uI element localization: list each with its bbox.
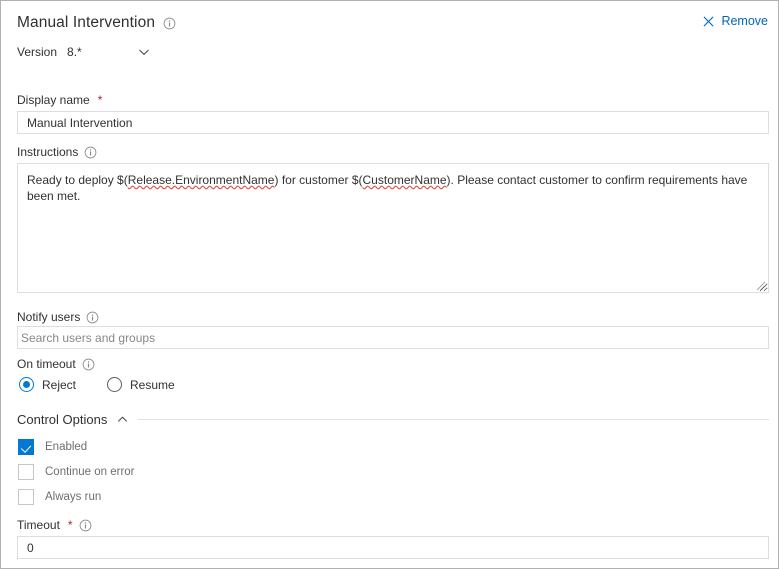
info-icon[interactable] (79, 519, 92, 532)
timeout-label-text: Timeout (17, 518, 60, 532)
checkbox-label-continue-on-error: Continue on error (45, 466, 135, 478)
instructions-textarea[interactable]: Ready to deploy $(Release.EnvironmentNam… (17, 163, 769, 293)
instructions-variable-1: Release.EnvironmentName (127, 173, 275, 187)
radio-option-reject[interactable]: Reject (19, 377, 76, 392)
instructions-label-text: Instructions (17, 145, 79, 159)
chevron-down-icon[interactable] (136, 44, 152, 60)
instructions-label: Instructions (17, 145, 97, 159)
required-asterisk: * (97, 93, 103, 107)
version-value: 8.* (67, 45, 82, 59)
checkbox-enabled[interactable]: Enabled (18, 439, 87, 455)
checkbox-mark (18, 464, 34, 480)
display-name-input[interactable] (17, 111, 769, 134)
control-options-title: Control Options (17, 412, 108, 427)
close-icon (703, 16, 714, 27)
control-options-section-header[interactable]: Control Options (17, 412, 769, 427)
section-divider (138, 419, 769, 420)
radio-mark (107, 377, 123, 392)
remove-button[interactable]: Remove (703, 14, 768, 28)
notify-users-label: Notify users (17, 310, 99, 324)
page-title: Manual Intervention (17, 14, 156, 31)
instructions-text-1: Ready to deploy $( (27, 173, 128, 187)
checkbox-label-enabled: Enabled (45, 441, 88, 453)
notify-users-label-text: Notify users (17, 310, 81, 324)
notify-users-input[interactable] (17, 326, 769, 349)
info-icon[interactable] (86, 311, 99, 324)
version-row: Version 8.* (17, 43, 149, 61)
info-icon[interactable] (84, 146, 97, 159)
on-timeout-label-text: On timeout (17, 357, 76, 371)
on-timeout-label: On timeout (17, 357, 95, 371)
radio-mark (19, 377, 34, 392)
instructions-variable-2: CustomerName (362, 173, 447, 187)
checkbox-mark (18, 439, 34, 455)
required-asterisk: * (67, 518, 73, 532)
chevron-up-icon[interactable] (116, 413, 129, 426)
version-label: Version (17, 45, 58, 59)
instructions-text-2: ) for customer $( (274, 173, 363, 187)
display-name-label-text: Display name (17, 93, 90, 107)
info-icon[interactable] (163, 17, 176, 30)
resize-grip-icon[interactable] (754, 279, 766, 291)
checkbox-always-run[interactable]: Always run (18, 489, 101, 505)
remove-label: Remove (721, 14, 768, 28)
task-editor-panel: Manual Intervention Remove Version 8.* D… (0, 0, 779, 569)
timeout-label: Timeout * (17, 518, 92, 532)
radio-option-resume[interactable]: Resume (107, 377, 175, 392)
radio-label-resume: Resume (130, 377, 175, 392)
checkbox-mark (18, 489, 34, 505)
checkbox-label-always-run: Always run (45, 491, 102, 503)
info-icon[interactable] (82, 358, 95, 371)
radio-label-reject: Reject (42, 377, 77, 392)
timeout-input[interactable] (17, 536, 769, 559)
on-timeout-radio-group: Reject Resume (19, 377, 175, 392)
task-header: Manual Intervention (17, 13, 176, 33)
display-name-label: Display name * (17, 93, 102, 107)
checkbox-continue-on-error[interactable]: Continue on error (18, 464, 135, 480)
